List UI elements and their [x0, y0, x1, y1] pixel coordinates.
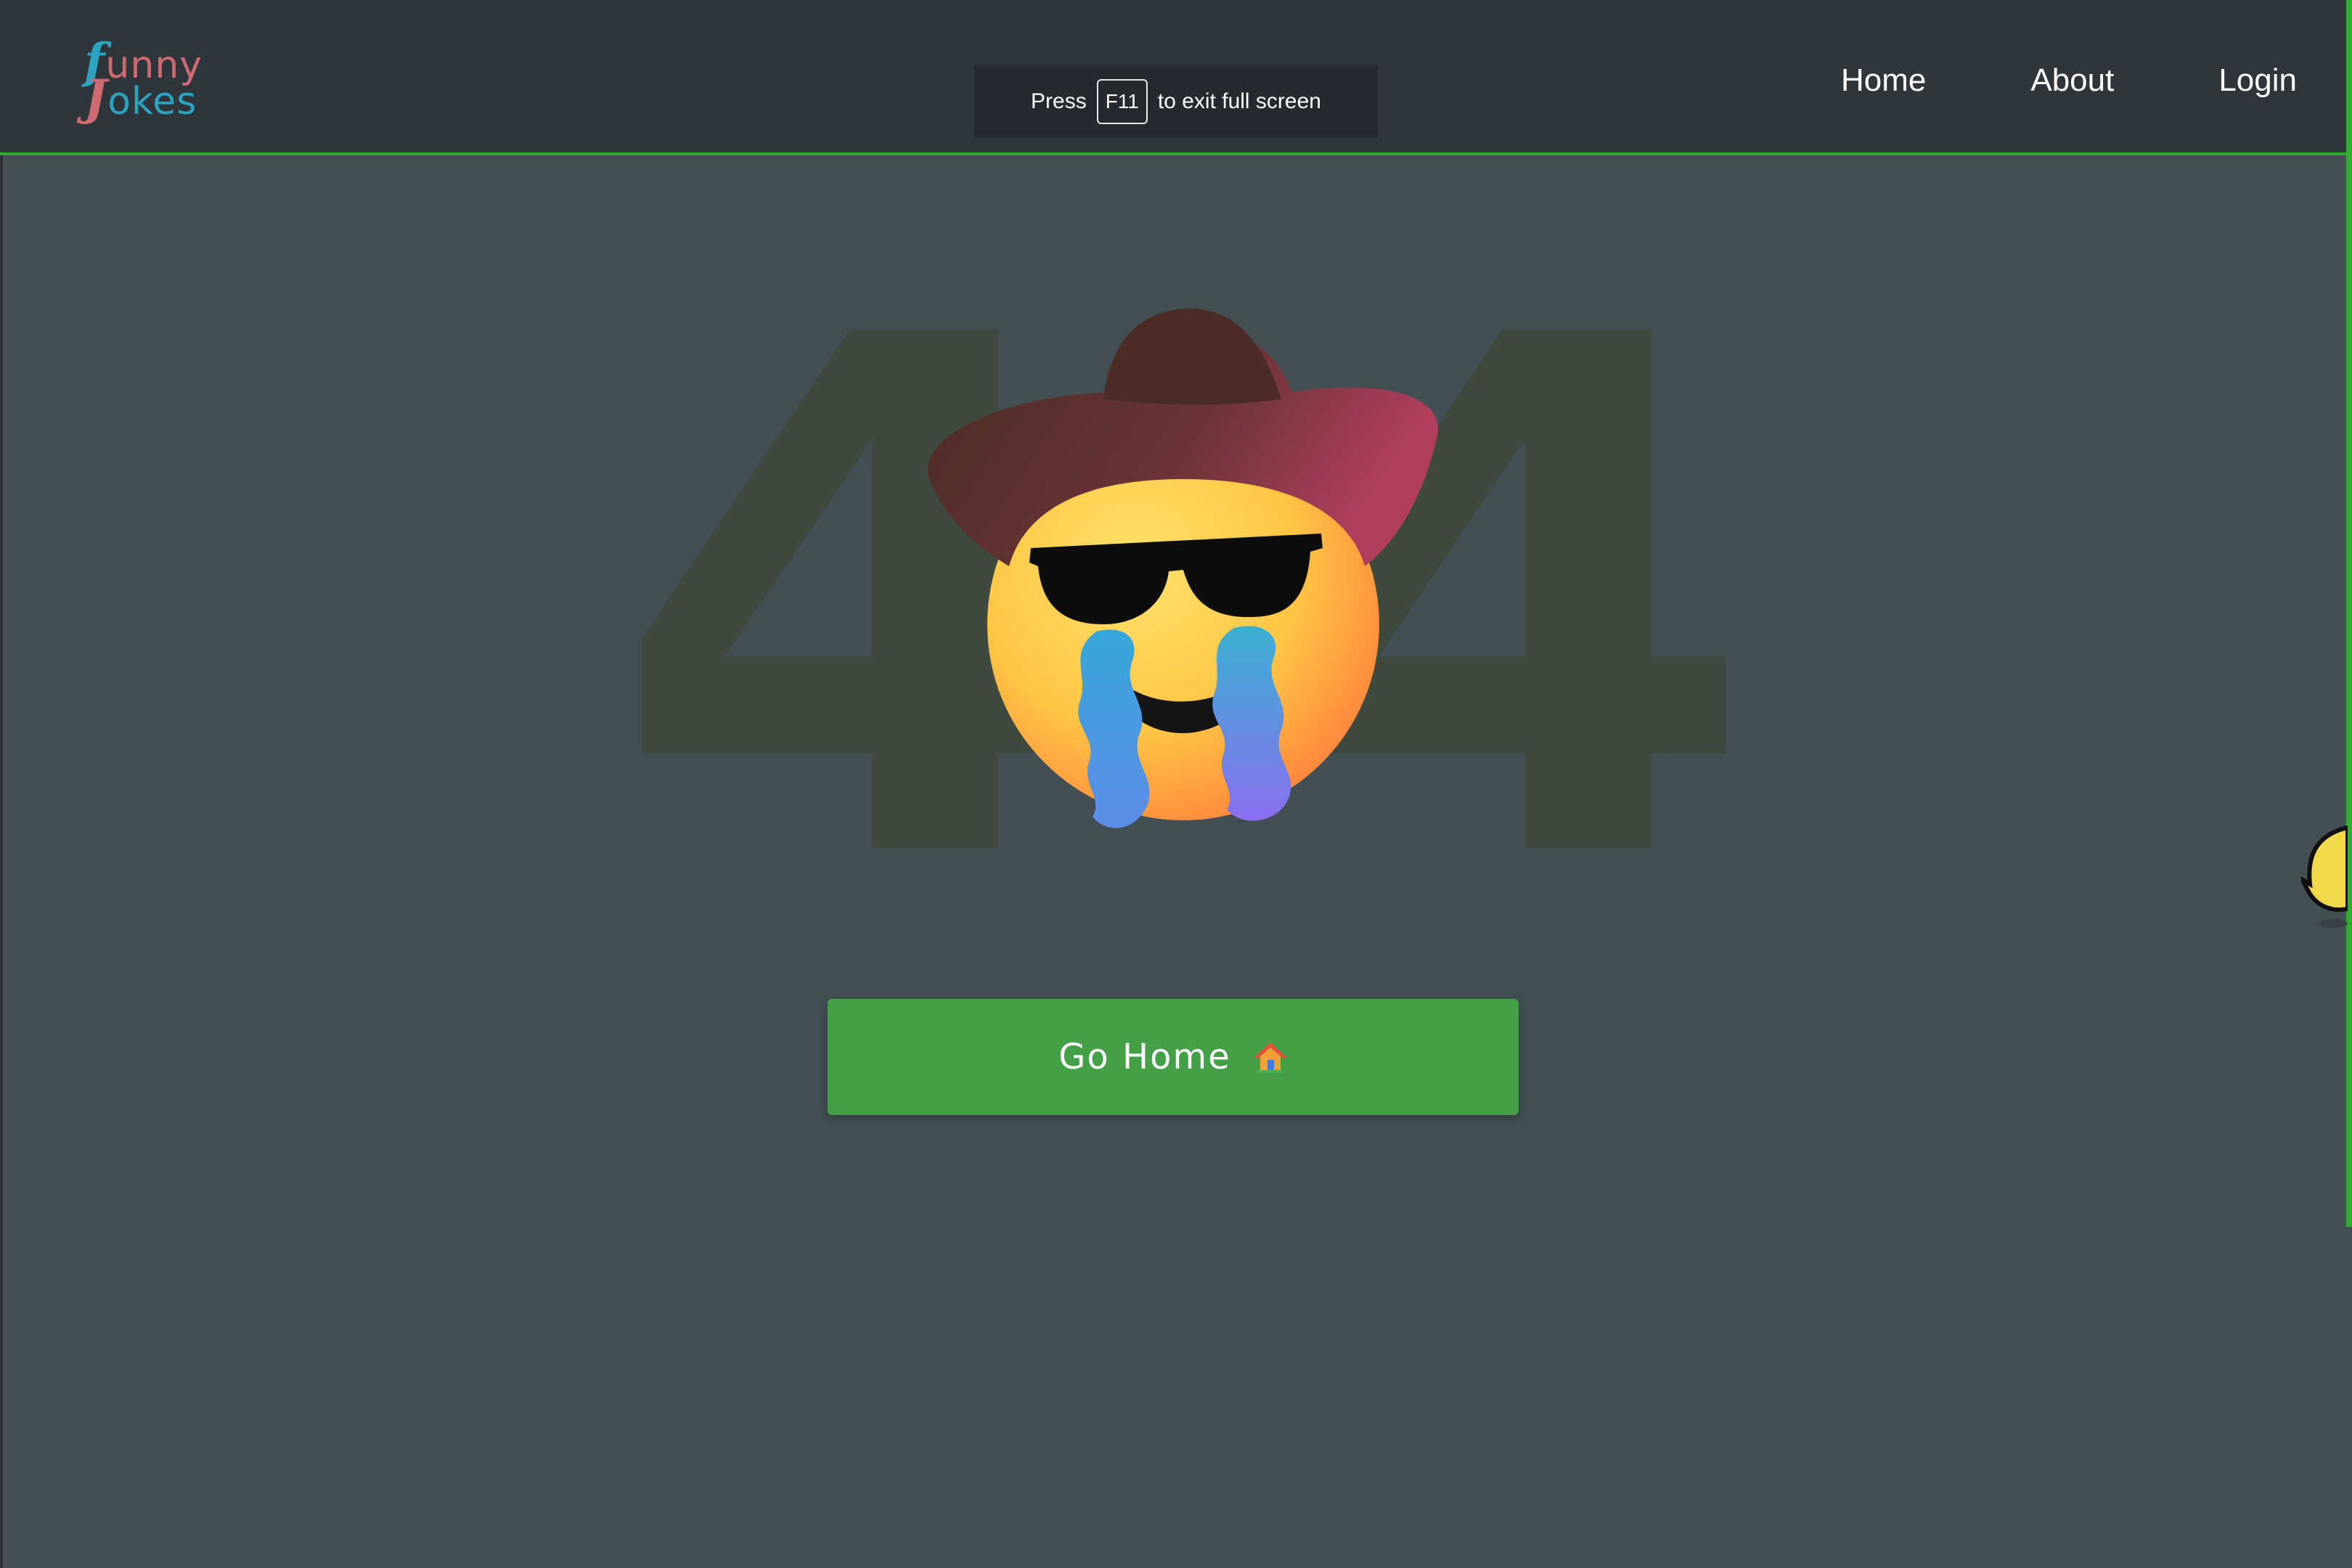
nav-login-link[interactable]: Login — [2218, 55, 2297, 106]
crying-cowboy-emoji-icon — [927, 309, 1438, 828]
fullscreen-notice-after: to exit full screen — [1157, 89, 1321, 113]
f11-key: F11 — [1096, 79, 1148, 124]
fullscreen-notice: Press F11 to exit full screen — [974, 65, 1378, 138]
go-home-button[interactable]: Go Home — [828, 999, 1519, 1115]
house-icon — [1254, 1042, 1286, 1073]
funny-jokes-logo[interactable]: funny Jokes — [84, 36, 222, 123]
nav-home-link[interactable]: Home — [1841, 55, 1926, 106]
peeking-emoji-icon — [2301, 825, 2348, 928]
nav-about-link[interactable]: About — [2030, 55, 2114, 106]
go-home-label: Go Home — [1058, 1037, 1231, 1077]
navbar: funny Jokes Press F11 to exit full scree… — [0, 0, 2352, 155]
scroll-indicator-bar[interactable] — [2346, 0, 2352, 1227]
left-edge — [0, 0, 3, 1568]
logo-text-okes: okes — [107, 80, 197, 123]
logo-line-jokes: Jokes — [84, 73, 197, 123]
not-found-page: funny Jokes Press F11 to exit full scree… — [0, 0, 2352, 1568]
main-nav: Home About Login — [1841, 55, 2297, 106]
fullscreen-notice-before: Press — [1031, 89, 1087, 113]
logo-cap-j: J — [84, 69, 108, 126]
